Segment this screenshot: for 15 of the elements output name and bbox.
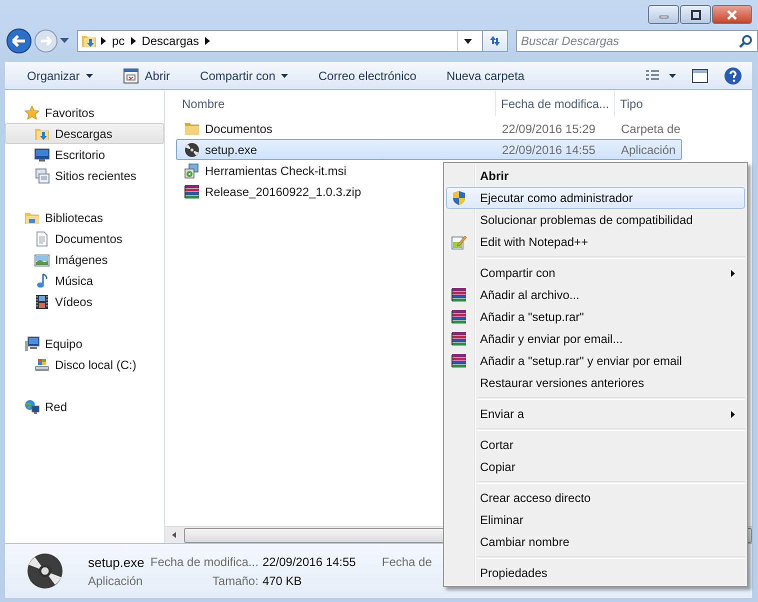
date-cell-text: 22/09/2016 15:29 [501, 122, 596, 136]
detail-label: Tamaño: [211, 574, 258, 588]
type-cell-text: Aplicación [620, 142, 677, 156]
detail-value: 22/09/2016 14:55 [262, 555, 356, 569]
file-name: setup.exe [205, 142, 258, 156]
file-name: setup.exe [88, 554, 144, 570]
detail-label: Fecha de modifica... [150, 555, 258, 569]
type-cell-text: Carpeta de [620, 122, 682, 136]
date-cell-text: 22/09/2016 14:55 [501, 142, 596, 156]
file-name: Documentos [205, 122, 272, 136]
file-name: Release_20160922_1.0.3.zip [205, 184, 362, 198]
detail-value: 470 KB [262, 574, 303, 588]
detail-label: Fecha de [382, 555, 432, 569]
file-name: Herramientas Check-it.msi [205, 164, 346, 178]
file-type: Aplicación [88, 574, 144, 588]
